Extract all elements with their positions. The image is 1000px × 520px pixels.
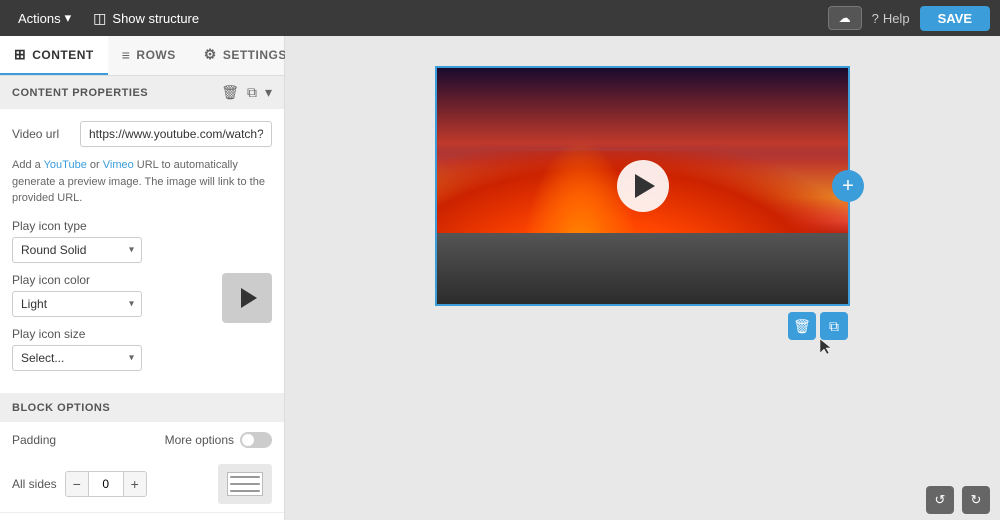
all-sides-row: All sides − + — [0, 458, 284, 512]
preview-line — [230, 483, 260, 485]
more-options-label: More options — [165, 433, 234, 447]
padding-decrease-button[interactable]: − — [66, 472, 88, 496]
play-icon-preview — [222, 273, 272, 323]
question-icon: ? — [872, 11, 879, 26]
more-options-toggle[interactable] — [240, 432, 272, 448]
video-url-hint: Add a YouTube or Vimeo URL to automatica… — [12, 157, 272, 207]
show-structure-label: Show structure — [112, 11, 199, 26]
cursor — [820, 339, 830, 353]
padding-value-input[interactable] — [88, 472, 124, 496]
hide-on-row: Hide on DESKTOP MOBILE — [0, 512, 284, 520]
rows-tab-icon: ≡ — [122, 47, 131, 63]
content-properties-label: CONTENT PROPERTIES — [12, 87, 148, 99]
more-options-row: More options — [165, 432, 272, 448]
play-icon-type-select[interactable]: Round Solid Round Outline Square Solid — [12, 237, 142, 263]
undo-button[interactable]: ↺ — [926, 486, 954, 514]
color-left: Play icon color Light Dark ▾ Play icon s… — [12, 273, 200, 381]
video-url-label: Video url — [12, 127, 72, 141]
show-structure-button[interactable]: ◫ Show structure — [85, 6, 207, 31]
play-icon-type-label: Play icon type — [12, 219, 272, 233]
actions-button[interactable]: Actions ▾ — [10, 6, 79, 30]
padding-row: Padding More options — [0, 422, 284, 458]
play-button-overlay[interactable] — [617, 160, 669, 212]
play-icon-color-row: Play icon color Light Dark ▾ Play icon s… — [12, 273, 272, 381]
video-url-input[interactable] — [80, 121, 272, 147]
cloud-button[interactable]: ☁ — [828, 6, 862, 30]
play-icon-size-group: Play icon size Select... Small Medium La… — [12, 327, 200, 371]
settings-tab-icon: ⚙ — [204, 46, 217, 63]
add-block-button[interactable]: + — [832, 170, 864, 202]
padding-preview — [218, 464, 272, 504]
panel-scroll: CONTENT PROPERTIES 🗑 ⧉ ▾ Video url Add a… — [0, 76, 284, 520]
block-options-section: BLOCK OPTIONS Padding More options All s… — [0, 393, 284, 520]
video-url-row: Video url — [12, 121, 272, 147]
canvas-area: + 🗑 ⧉ ↺ ↻ — [285, 36, 1000, 520]
sky-gradient — [437, 68, 848, 162]
help-label: Help — [883, 11, 910, 26]
structure-icon: ◫ — [93, 10, 106, 27]
main-layout: ⊞ CONTENT ≡ ROWS ⚙ SETTINGS CONTENT PROP… — [0, 36, 1000, 520]
content-properties-form: Video url Add a YouTube or Vimeo URL to … — [0, 109, 284, 393]
play-triangle-icon — [635, 174, 655, 198]
bottom-bar: ↺ ↻ — [916, 480, 1000, 520]
rocks-area — [437, 233, 848, 304]
play-icon-type-group: Play icon type Round Solid Round Outline… — [12, 219, 272, 263]
play-icon-size-select[interactable]: Select... Small Medium Large — [12, 345, 142, 371]
play-icon-color-label: Play icon color — [12, 273, 200, 287]
left-panel: ⊞ CONTENT ≡ ROWS ⚙ SETTINGS CONTENT PROP… — [0, 36, 285, 520]
tab-rows-label: ROWS — [136, 48, 175, 62]
youtube-link[interactable]: YouTube — [44, 159, 87, 171]
padding-increase-button[interactable]: + — [124, 472, 146, 496]
chevron-down-icon: ▾ — [65, 10, 72, 26]
copy-section-button[interactable]: ⧉ — [247, 84, 257, 101]
tab-rows[interactable]: ≡ ROWS — [108, 36, 190, 75]
delete-section-button[interactable]: 🗑 — [221, 84, 239, 101]
padding-number-control: − + — [65, 471, 147, 497]
play-icon-type-wrapper: Round Solid Round Outline Square Solid ▾ — [12, 237, 142, 263]
actions-label: Actions — [18, 11, 61, 26]
block-delete-button[interactable]: 🗑 — [788, 312, 816, 340]
play-icon-size-label: Play icon size — [12, 327, 200, 341]
tab-content[interactable]: ⊞ CONTENT — [0, 36, 108, 75]
play-icon-size-wrapper: Select... Small Medium Large ▾ — [12, 345, 142, 371]
section-header-actions: 🗑 ⧉ ▾ — [221, 84, 272, 101]
preview-line — [230, 490, 260, 492]
help-button[interactable]: ? Help — [872, 11, 910, 26]
block-actions: 🗑 ⧉ — [788, 312, 848, 340]
padding-preview-inner — [227, 472, 263, 496]
play-icon-color-wrapper: Light Dark ▾ — [12, 291, 142, 317]
collapse-section-button[interactable]: ▾ — [265, 84, 272, 101]
vimeo-link[interactable]: Vimeo — [103, 159, 134, 171]
block-options-header: BLOCK OPTIONS — [0, 394, 284, 422]
padding-label: Padding — [12, 433, 56, 447]
block-copy-button[interactable]: ⧉ — [820, 312, 848, 340]
top-bar-left: Actions ▾ ◫ Show structure — [10, 6, 207, 31]
preview-line — [230, 476, 260, 478]
content-tab-icon: ⊞ — [14, 46, 26, 63]
cloud-icon: ☁ — [839, 11, 851, 25]
play-icon-color-select[interactable]: Light Dark — [12, 291, 142, 317]
redo-button[interactable]: ↻ — [962, 486, 990, 514]
play-icon-color-group: Play icon color Light Dark ▾ — [12, 273, 200, 317]
all-sides-label: All sides — [12, 477, 57, 491]
top-bar-right: ☁ ? Help SAVE — [828, 6, 990, 31]
content-properties-header: CONTENT PROPERTIES 🗑 ⧉ ▾ — [0, 76, 284, 109]
play-triangle-icon — [241, 288, 257, 308]
tab-bar: ⊞ CONTENT ≡ ROWS ⚙ SETTINGS — [0, 36, 284, 76]
block-options-label: BLOCK OPTIONS — [12, 402, 110, 414]
tab-content-label: CONTENT — [32, 48, 94, 62]
video-block[interactable]: + 🗑 ⧉ — [435, 66, 850, 306]
top-bar: Actions ▾ ◫ Show structure ☁ ? Help SAVE — [0, 0, 1000, 36]
tab-settings-label: SETTINGS — [223, 48, 287, 62]
save-button[interactable]: SAVE — [920, 6, 990, 31]
